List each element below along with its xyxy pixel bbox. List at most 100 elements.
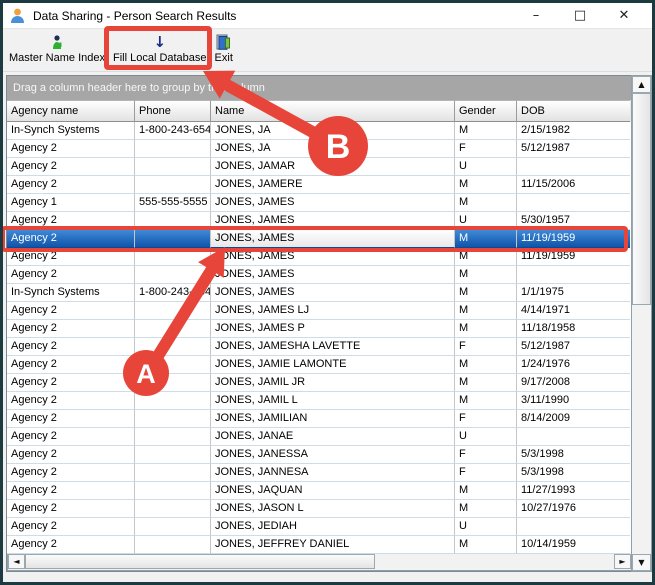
table-row[interactable]: Agency 2JONES, JANNESAF5/3/1998 [7,464,631,482]
column-header-dob[interactable]: DOB [517,100,630,122]
grid-container: Drag a column header here to group by th… [3,72,652,582]
cell-name: JONES, JAMIL JR [211,374,455,392]
column-header-name[interactable]: Name [211,100,455,122]
cell-agency: Agency 2 [7,446,135,464]
table-row[interactable]: In-Synch Systems1-800-243-6540 x 2JONES,… [7,284,631,302]
toolbar: Master Name Index ↓ Fill Local Database … [3,29,652,72]
cell-phone [135,356,211,374]
close-button[interactable]: ✕ [602,4,646,28]
cell-dob: 11/15/2006 [517,176,630,194]
table-row[interactable]: Agency 2JONES, JASON LM10/27/1976 [7,500,631,518]
cell-gender: M [455,500,517,518]
table-row[interactable]: Agency 2JONES, JAMIL JRM9/17/2008 [7,374,631,392]
table-row[interactable]: Agency 2JONES, JAQUANM11/27/1993 [7,482,631,500]
table-row[interactable]: Agency 2JONES, JAMIE LAMONTEM1/24/1976 [7,356,631,374]
table-row[interactable]: Agency 2JONES, JAMEREM11/15/2006 [7,176,631,194]
cell-phone [135,140,211,158]
cell-name: JONES, JANAE [211,428,455,446]
cell-dob: 1/24/1976 [517,356,630,374]
cell-agency: Agency 2 [7,464,135,482]
cell-agency: Agency 2 [7,428,135,446]
cell-agency: Agency 2 [7,158,135,176]
table-row[interactable]: Agency 2JONES, JAMESM11/19/1959 [7,248,631,266]
cell-phone [135,410,211,428]
cell-phone [135,464,211,482]
cell-name: JONES, JAMIE LAMONTE [211,356,455,374]
minimize-button[interactable]: – [514,4,558,28]
table-row[interactable]: Agency 2JONES, JANESSAF5/3/1998 [7,446,631,464]
cell-gender: U [455,212,517,230]
vertical-scrollbar[interactable]: ▲ ▼ [631,75,652,572]
column-header-agency-name[interactable]: Agency name [7,100,135,122]
cell-gender: M [455,356,517,374]
scroll-down-icon[interactable]: ▼ [632,554,651,571]
table-row[interactable]: Agency 2JONES, JAMES LJM4/14/1971 [7,302,631,320]
table-row[interactable]: Agency 2JONES, JAMARU [7,158,631,176]
table-row[interactable]: Agency 2JONES, JAMESHA LAVETTEF5/12/1987 [7,338,631,356]
cell-dob: 9/17/2008 [517,374,630,392]
cell-agency: Agency 2 [7,482,135,500]
cell-name: JONES, JA [211,140,455,158]
group-by-bar[interactable]: Drag a column header here to group by th… [7,76,631,100]
cell-name: JONES, JAMES [211,212,455,230]
cell-dob: 5/3/1998 [517,464,630,482]
table-row[interactable]: Agency 1555-555-5555JONES, JAMESM [7,194,631,212]
cell-agency: Agency 2 [7,320,135,338]
fill-local-database-button[interactable]: ↓ Fill Local Database [109,30,211,71]
cell-dob [517,518,630,536]
cell-agency: Agency 2 [7,500,135,518]
cell-gender: U [455,518,517,536]
horizontal-scroll-thumb[interactable] [25,554,375,569]
cell-gender: F [455,446,517,464]
cell-gender: U [455,158,517,176]
scroll-left-icon[interactable]: ◄ [8,554,25,569]
table-row[interactable]: Agency 2JONES, JAMIL LM3/11/1990 [7,392,631,410]
maximize-button[interactable]: □ [558,4,602,28]
cell-phone [135,338,211,356]
table-row[interactable]: Agency 2JONES, JEFFREY DANIELM10/14/1959 [7,536,631,554]
column-header-phone[interactable]: Phone [135,100,211,122]
exit-button[interactable]: Exit [211,30,237,71]
cell-dob: 11/19/1959 [517,230,630,248]
window-title: Data Sharing - Person Search Results [33,9,514,23]
table-row[interactable]: Agency 2JONES, JAF5/12/1987 [7,140,631,158]
down-arrow-icon: ↓ [153,33,166,51]
cell-gender: M [455,392,517,410]
table-row[interactable]: Agency 2JONES, JEDIAHU [7,518,631,536]
cell-name: JONES, JAMILIAN [211,410,455,428]
cell-gender: M [455,248,517,266]
cell-phone [135,500,211,518]
cell-dob: 8/14/2009 [517,410,630,428]
table-row[interactable]: In-Synch Systems1-800-243-6540 x 2JONES,… [7,122,631,140]
cell-phone [135,482,211,500]
cell-phone [135,230,211,248]
cell-dob: 11/27/1993 [517,482,630,500]
horizontal-scrollbar[interactable]: ◄ ► [7,554,632,571]
table-row[interactable]: Agency 2JONES, JAMESU5/30/1957 [7,212,631,230]
vertical-scroll-track[interactable] [632,93,651,554]
table-row[interactable]: Agency 2JONES, JAMILIANF8/14/2009 [7,410,631,428]
table-row[interactable]: Agency 2JONES, JANAEU [7,428,631,446]
cell-agency: Agency 2 [7,392,135,410]
scroll-right-icon[interactable]: ► [614,554,631,569]
cell-gender: M [455,230,517,248]
table-row[interactable]: Agency 2JONES, JAMESM [7,266,631,284]
cell-phone [135,158,211,176]
cell-gender: M [455,176,517,194]
cell-gender: M [455,482,517,500]
scroll-up-icon[interactable]: ▲ [632,76,651,93]
cell-name: JONES, JAMES P [211,320,455,338]
column-header-gender[interactable]: Gender [455,100,517,122]
cell-phone: 555-555-5555 [135,194,211,212]
cell-name: JONES, JA [211,122,455,140]
cell-phone [135,392,211,410]
cell-agency: Agency 2 [7,518,135,536]
cell-phone: 1-800-243-6540 x 2 [135,284,211,302]
cell-name: JONES, JAMES LJ [211,302,455,320]
grid-header-row: Agency name Phone Name Gender DOB [7,100,631,122]
cell-name: JONES, JAMES [211,284,455,302]
table-row[interactable]: Agency 2JONES, JAMES PM11/18/1958 [7,320,631,338]
table-row-selected[interactable]: Agency 2JONES, JAMESM11/19/1959 [7,230,631,248]
vertical-scroll-thumb[interactable] [632,93,651,305]
master-name-index-button[interactable]: Master Name Index [5,30,109,71]
